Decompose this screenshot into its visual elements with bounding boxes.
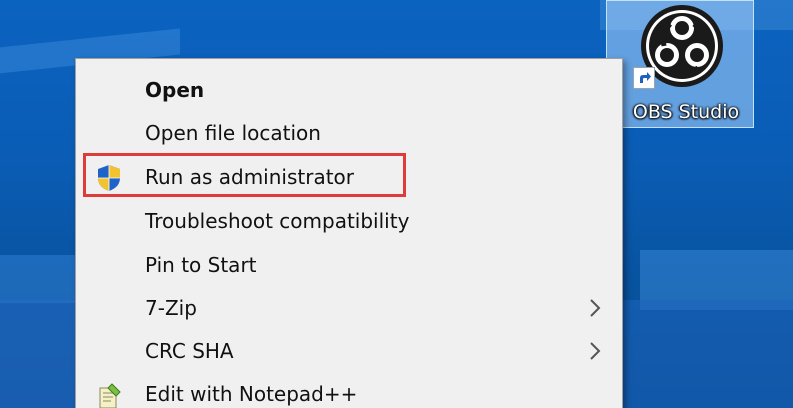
context-menu: Open Open file location Run as administr… bbox=[75, 58, 623, 408]
menu-item-run-as-administrator[interactable]: Run as administrator bbox=[76, 156, 622, 198]
desktop-icon-label: OBS Studio bbox=[632, 101, 740, 123]
notepad-plus-plus-icon bbox=[99, 383, 121, 408]
menu-item-label: Run as administrator bbox=[145, 165, 355, 189]
shortcut-arrow-icon bbox=[633, 67, 655, 89]
menu-item-label: CRC SHA bbox=[145, 339, 234, 363]
menu-item-open-file-location[interactable]: Open file location bbox=[76, 112, 622, 154]
chevron-right-icon bbox=[590, 342, 601, 360]
chevron-right-icon bbox=[590, 299, 601, 317]
menu-item-troubleshoot-compatibility[interactable]: Troubleshoot compatibility bbox=[76, 200, 622, 242]
menu-item-pin-to-start[interactable]: Pin to Start bbox=[76, 244, 622, 286]
menu-item-7-zip[interactable]: 7-Zip bbox=[76, 287, 622, 329]
menu-item-label: 7-Zip bbox=[145, 296, 197, 320]
menu-item-crc-sha[interactable]: CRC SHA bbox=[76, 330, 622, 372]
menu-item-open[interactable]: Open bbox=[76, 69, 622, 111]
menu-item-label: Open bbox=[145, 78, 205, 102]
menu-item-label: Open file location bbox=[145, 121, 321, 145]
menu-item-label: Pin to Start bbox=[145, 253, 257, 277]
menu-item-edit-with-notepad-plus-plus[interactable]: Edit with Notepad++ bbox=[76, 373, 622, 408]
desktop-background: OBS Studio Open Open file location Run a… bbox=[0, 0, 793, 408]
desktop-shortcut-obs-studio[interactable]: OBS Studio bbox=[606, 0, 754, 128]
menu-item-label: Troubleshoot compatibility bbox=[145, 209, 410, 233]
wallpaper-beam bbox=[620, 300, 793, 408]
uac-shield-icon bbox=[98, 165, 120, 191]
menu-item-label: Edit with Notepad++ bbox=[145, 382, 358, 406]
